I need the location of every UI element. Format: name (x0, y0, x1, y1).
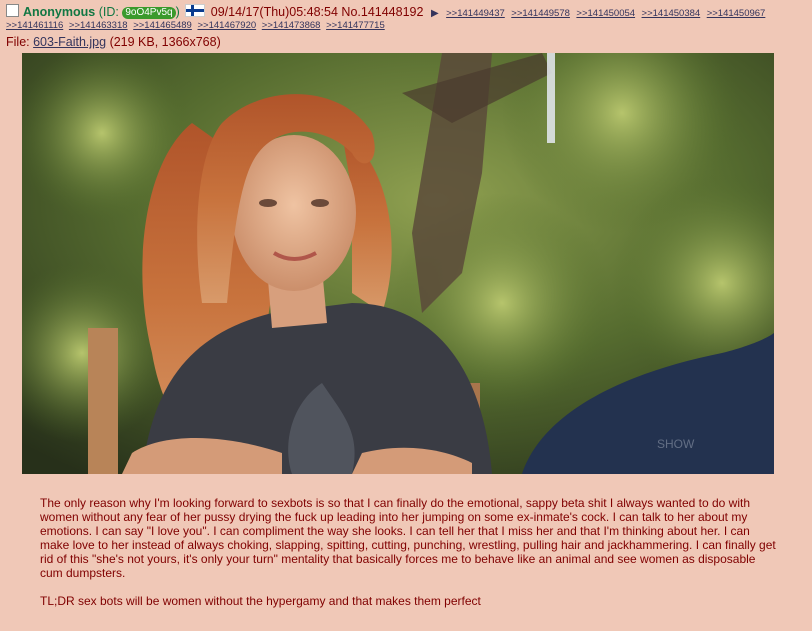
reply-link[interactable]: >>141449578 (511, 8, 570, 19)
post-datetime: 09/14/17(Thu)05:48:54 (210, 5, 338, 19)
post: Anonymous (ID: 9oO4Pv5q) 09/14/17(Thu)05… (0, 0, 812, 631)
message-paragraph: TL;DR sex bots will be women without the… (40, 594, 481, 608)
reply-link[interactable]: >>141463318 (69, 20, 128, 31)
post-message: The only reason why I'm looking forward … (40, 496, 780, 622)
poster-id: (ID: 9oO4Pv5q) (98, 5, 180, 19)
finland-flag-icon (185, 4, 206, 17)
file-link[interactable]: 603-Faith.jpg (33, 35, 106, 49)
post-image[interactable]: SHOW (22, 53, 774, 474)
svg-text:SHOW: SHOW (657, 437, 695, 451)
file-info: File: 603-Faith.jpg (219 KB, 1366x768) (6, 35, 221, 49)
select-checkbox[interactable] (6, 4, 19, 17)
poster-id-badge[interactable]: 9oO4Pv5q (122, 7, 176, 19)
message-paragraph: The only reason why I'm looking forward … (40, 496, 776, 580)
reply-link[interactable]: >>141467920 (197, 20, 256, 31)
reply-link[interactable]: >>141450384 (642, 8, 701, 19)
reply-link[interactable]: >>141450054 (576, 8, 635, 19)
reply-link[interactable]: >>141465489 (133, 20, 192, 31)
replies-row1: >>141449437 >>141449578 >>141450054 >>14… (446, 5, 768, 19)
post-header: Anonymous (ID: 9oO4Pv5q) 09/14/17(Thu)05… (6, 4, 810, 21)
reply-link[interactable]: >>141461116 (6, 20, 63, 31)
photo-woman-garden: SHOW (22, 53, 774, 474)
post-number[interactable]: No.141448192 (341, 5, 423, 19)
post-menu-arrow-icon[interactable]: ▶ (431, 8, 439, 19)
poster-name: Anonymous (23, 5, 96, 19)
reply-link[interactable]: >>141449437 (446, 8, 505, 19)
file-meta: (219 KB, 1366x768) (109, 35, 221, 49)
reply-link[interactable]: >>141477715 (326, 20, 385, 31)
replies-row2: >>141461116 >>141463318 >>141465489 >>14… (6, 20, 388, 31)
reply-link[interactable]: >>141473868 (262, 20, 321, 31)
reply-link[interactable]: >>141450967 (707, 8, 766, 19)
